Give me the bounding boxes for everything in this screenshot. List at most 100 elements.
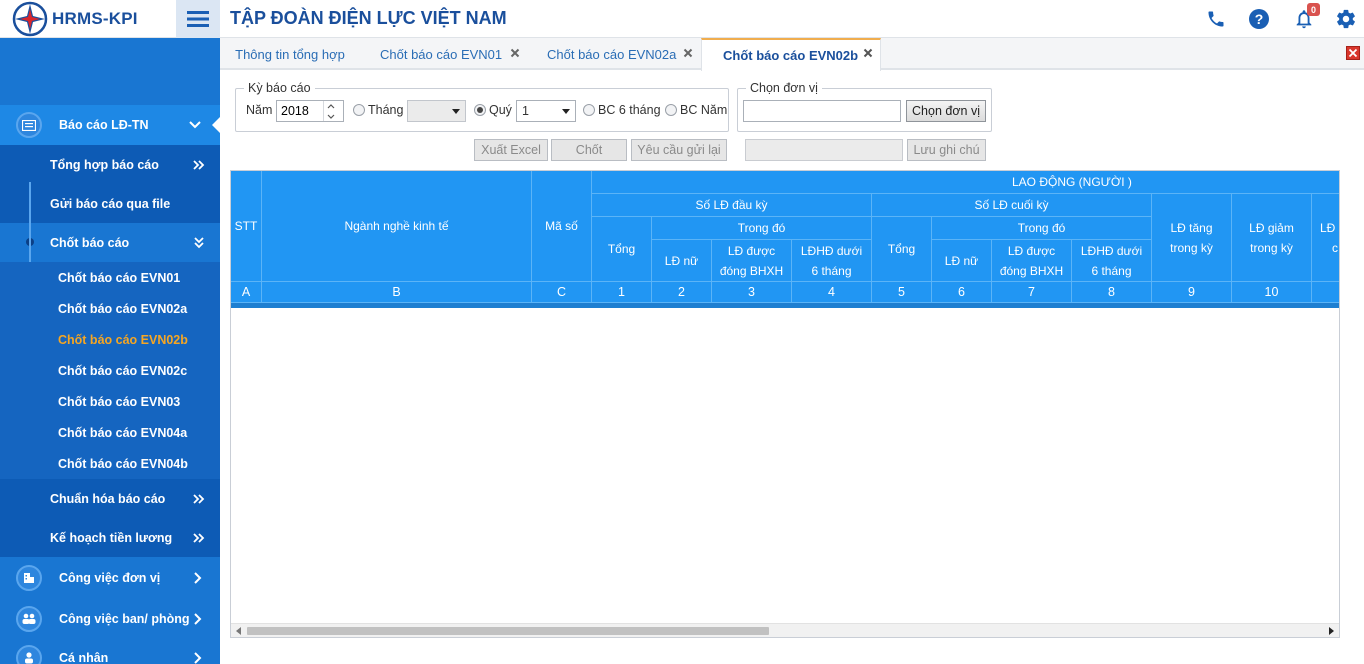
- half-year-radio[interactable]: [583, 104, 595, 116]
- report-grid: STT Ngành nghề kinh tế Mã số LAO ĐỘNG (N…: [230, 170, 1340, 638]
- sidebar-item-label: Chốt báo cáo EVN04a: [58, 425, 188, 440]
- scroll-thumb[interactable]: [247, 627, 769, 635]
- spinner-arrows[interactable]: [323, 101, 337, 121]
- brand[interactable]: HRMS-KPI: [0, 0, 176, 38]
- help-button[interactable]: ?: [1246, 6, 1272, 32]
- header-increase: LĐ tăng trong kỳ: [1152, 194, 1232, 282]
- sidebar-item-bao-cao-ld-tn[interactable]: Báo cáo LĐ-TN: [0, 105, 220, 145]
- sidebar-header-space: [0, 38, 220, 105]
- tab-label: Chốt báo cáo EVN02b: [723, 48, 859, 63]
- close-report-button[interactable]: Chốt: [551, 139, 627, 161]
- resend-request-button[interactable]: Yêu cầu gửi lại: [631, 139, 727, 161]
- month-radio[interactable]: [353, 104, 365, 116]
- code-cell: 9: [1152, 282, 1232, 303]
- tab-chot-bao-cao-evn02b[interactable]: Chốt báo cáo EVN02b: [701, 38, 881, 71]
- header-start-total: Tổng: [592, 217, 652, 282]
- sidebar-item-label: Cá nhân: [59, 651, 109, 664]
- sidebar-item-evn03[interactable]: Chốt báo cáo EVN03: [0, 386, 220, 417]
- tab-thong-tin-tong-hop[interactable]: Thông tin tổng hợp: [220, 38, 360, 70]
- choose-unit-button[interactable]: Chọn đơn vị: [906, 100, 986, 122]
- chevron-right-icon: [194, 572, 202, 584]
- tab-label: Thông tin tổng hợp: [235, 46, 345, 62]
- unit-input[interactable]: [743, 100, 901, 122]
- sidebar-item-evn01[interactable]: Chốt báo cáo EVN01: [0, 262, 220, 293]
- sidebar-item-label: Gửi báo cáo qua file: [50, 196, 171, 211]
- sidebar-item-label: Tổng hợp báo cáo: [50, 157, 159, 172]
- note-input[interactable]: [745, 139, 903, 161]
- header-start-female: LĐ nữ: [652, 240, 712, 282]
- sidebar-item-cong-viec-don-vi[interactable]: Công việc đơn vị: [0, 557, 220, 599]
- sidebar-item-label: Công việc ban/ phòng: [59, 611, 190, 626]
- phone-icon: [1208, 11, 1224, 27]
- spin-up-icon[interactable]: [324, 101, 337, 111]
- header-end-of-which: Trong đó: [932, 217, 1152, 240]
- quarter-label: Quý: [489, 103, 512, 117]
- save-note-button[interactable]: Lưu ghi chú: [907, 139, 986, 161]
- sidebar-item-label: Chốt báo cáo EVN04b: [58, 456, 188, 471]
- sidebar: Báo cáo LĐ-TN Tổng hợp báo cáo Gửi báo c…: [0, 38, 220, 664]
- corporation-title: TẬP ĐOÀN ĐIỆN LỰC VIỆT NAM: [230, 8, 507, 28]
- sidebar-item-evn02c[interactable]: Chốt báo cáo EVN02c: [0, 355, 220, 386]
- notifications-button[interactable]: 0: [1291, 3, 1320, 32]
- tree-line: [29, 182, 31, 262]
- year-label: Năm: [246, 103, 273, 117]
- year-input[interactable]: [277, 101, 323, 121]
- month-select[interactable]: [407, 100, 466, 122]
- menu-toggle-button[interactable]: [176, 0, 220, 38]
- report-icon: [16, 112, 42, 138]
- code-cell: 1: [592, 282, 652, 303]
- horizontal-scrollbar[interactable]: [231, 623, 1339, 637]
- sidebar-item-evn04a[interactable]: Chốt báo cáo EVN04a: [0, 417, 220, 448]
- code-cell: C: [532, 282, 592, 303]
- quarter-select[interactable]: 1: [516, 100, 576, 122]
- sidebar-item-evn02a[interactable]: Chốt báo cáo EVN02a: [0, 293, 220, 324]
- caret-down-icon: [562, 109, 570, 114]
- code-cell: 5: [872, 282, 932, 303]
- scroll-left-icon[interactable]: [236, 627, 241, 635]
- sidebar-item-chot-bao-cao[interactable]: Chốt báo cáo: [0, 223, 220, 262]
- close-all-tabs-icon[interactable]: [1346, 46, 1360, 60]
- settings-button[interactable]: [1333, 6, 1359, 32]
- half-year-label: BC 6 tháng: [598, 103, 661, 117]
- phone-button[interactable]: [1203, 6, 1229, 32]
- sidebar-item-tong-hop-bao-cao[interactable]: Tổng hợp báo cáo: [0, 145, 220, 184]
- year-spinner[interactable]: [276, 100, 344, 122]
- code-cell: 8: [1072, 282, 1152, 303]
- tab-close-icon[interactable]: [862, 47, 874, 59]
- sidebar-item-label: Chốt báo cáo: [50, 235, 130, 250]
- sidebar-item-evn02b[interactable]: Chốt báo cáo EVN02b: [0, 324, 220, 355]
- sidebar-item-gui-bao-cao-qua-file[interactable]: Gửi báo cáo qua file: [0, 184, 220, 223]
- grid-header: STT Ngành nghề kinh tế Mã số LAO ĐỘNG (N…: [231, 171, 1339, 308]
- building-icon: [16, 565, 42, 591]
- double-chevron-right-icon: [193, 494, 205, 504]
- tab-close-icon[interactable]: [509, 47, 521, 59]
- header-decrease: LĐ giảm trong kỳ: [1232, 194, 1312, 282]
- annual-label: BC Năm: [680, 103, 728, 117]
- export-excel-button[interactable]: Xuất Excel: [474, 139, 548, 161]
- code-cell: 2: [652, 282, 712, 303]
- unit-legend: Chọn đơn vị: [750, 81, 818, 95]
- tab-close-icon[interactable]: [682, 47, 694, 59]
- header-start-insured: LĐ được đóng BHXH: [712, 240, 792, 282]
- tab-chot-bao-cao-evn01[interactable]: Chốt báo cáo EVN01: [380, 38, 530, 70]
- sidebar-item-label: Chốt báo cáo EVN02b: [58, 332, 188, 347]
- sidebar-item-label: Chốt báo cáo EVN02c: [58, 363, 188, 378]
- quarter-radio[interactable]: [474, 104, 486, 116]
- annual-radio[interactable]: [665, 104, 677, 116]
- chevron-down-icon: [189, 121, 201, 129]
- scroll-right-icon[interactable]: [1329, 627, 1334, 635]
- sidebar-item-ke-hoach-tien-luong[interactable]: Kế hoạch tiền lương: [0, 518, 220, 557]
- sidebar-item-evn04b[interactable]: Chốt báo cáo EVN04b: [0, 448, 220, 479]
- header-start-under6: LĐHĐ dưới 6 tháng: [792, 240, 872, 282]
- person-icon: [16, 645, 42, 664]
- code-cell: [1312, 282, 1339, 303]
- active-notch: [212, 117, 220, 133]
- sidebar-item-chuan-hoa-bao-cao[interactable]: Chuẩn hóa báo cáo: [0, 479, 220, 518]
- sidebar-item-cong-viec-ban-phong[interactable]: Công việc ban/ phòng: [0, 599, 220, 638]
- sidebar-item-ca-nhan[interactable]: Cá nhân: [0, 638, 220, 664]
- tab-chot-bao-cao-evn02a[interactable]: Chốt báo cáo EVN02a: [547, 38, 697, 70]
- top-bar: HRMS-KPI TẬP ĐOÀN ĐIỆN LỰC VIỆT NAM ? 0: [0, 0, 1364, 38]
- tab-label: Chốt báo cáo EVN01: [380, 46, 503, 62]
- spin-down-icon[interactable]: [324, 111, 337, 121]
- month-label: Tháng: [368, 103, 404, 117]
